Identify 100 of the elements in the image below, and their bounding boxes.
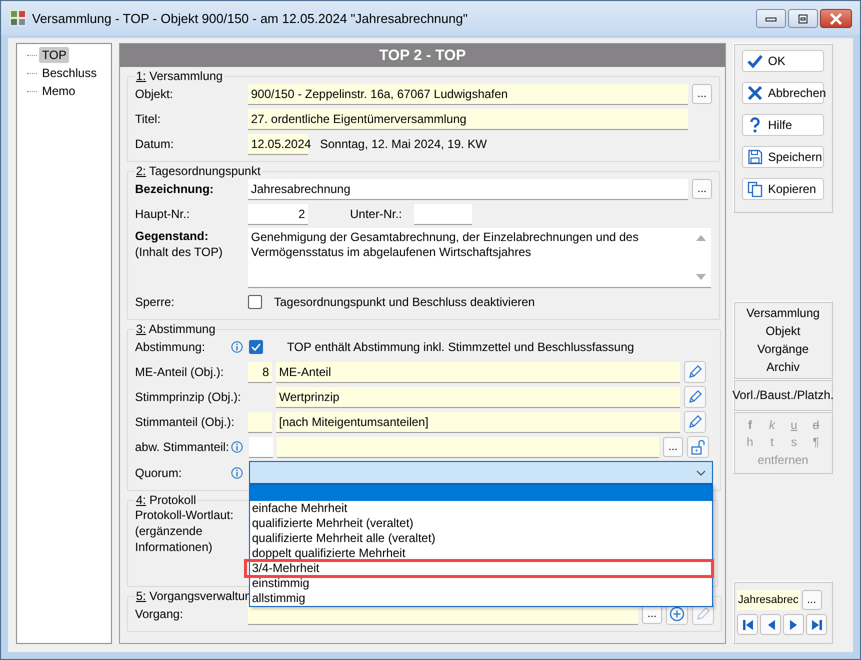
input-field[interactable]: 900/150 - Zeppelinstr. 16a, 67067 Ludwigshafen [248, 84, 688, 104]
close-icon [829, 12, 843, 24]
field-label: Quorum: [135, 466, 183, 480]
field-label: abw. Stimmanteil: [135, 440, 227, 454]
browse-button[interactable]: ... [692, 179, 712, 199]
action-button[interactable]: Kopieren [742, 178, 824, 200]
browse-button[interactable]: ... [692, 84, 712, 104]
unlock-icon [690, 439, 706, 455]
input-field[interactable]: [nach Miteigentumsanteilen] [276, 412, 680, 432]
save-icon [747, 149, 763, 165]
group-title: 3: Abstimmung [135, 322, 216, 336]
checkbox-label: TOP enthält Abstimmung inkl. Stimmzettel und Beschlussfassung [287, 340, 634, 354]
checkmark-icon [747, 53, 763, 69]
nav-link[interactable]: Versammlung [746, 306, 820, 320]
field-label: Datum: [135, 137, 175, 151]
previous-button[interactable] [760, 614, 781, 635]
chevron-down-icon [696, 470, 706, 476]
pencil-icon [687, 414, 703, 430]
next-icon [788, 618, 800, 630]
number-field[interactable]: 2 [248, 204, 308, 224]
field-label: Gegenstand: [135, 228, 210, 244]
number-field[interactable] [414, 204, 472, 224]
input-field[interactable]: 27. ordentliche Eigentümerversammlung [248, 108, 688, 130]
group-title: 2: Tagesordnungspunkt [135, 164, 262, 178]
field-label: Vorgang: [135, 607, 184, 621]
dropdown-option[interactable]: doppelt qualifizierte Mehrheit [250, 546, 712, 561]
tree-item[interactable]: Beschluss [39, 65, 100, 81]
action-button[interactable]: OK [742, 50, 824, 72]
field-label: Haupt-Nr.: [135, 207, 191, 221]
field-label: Stimmanteil (Obj.): [135, 415, 236, 429]
copy-icon [747, 181, 763, 197]
close-button[interactable] [820, 9, 852, 28]
record-field[interactable]: Jahresabrec [737, 590, 800, 610]
dropdown-option[interactable]: allstimmig [250, 591, 712, 606]
grid-icon [10, 10, 26, 26]
field-label: (ergänzende [135, 523, 204, 539]
scroll-down-icon[interactable] [696, 274, 706, 281]
group-title: 4: Protokoll [135, 493, 198, 507]
dropdown-option[interactable]: qualifizierte Mehrheit (veraltet) [250, 516, 712, 531]
number-field[interactable]: 8 [248, 362, 272, 382]
action-button[interactable]: Hilfe [742, 114, 824, 136]
next-button[interactable] [783, 614, 804, 635]
pencil-button[interactable] [684, 361, 706, 383]
action-button[interactable]: Speichern [742, 146, 824, 168]
field-label: Objekt: [135, 87, 174, 101]
lock-button[interactable] [687, 436, 709, 458]
input-field[interactable]: Wertprinzip [276, 386, 680, 408]
date-text: Sonntag, 12. Mai 2024, 19. KW [320, 137, 487, 151]
maximize-icon [797, 14, 809, 24]
plus-icon [669, 606, 685, 622]
nav-link[interactable]: Objekt [766, 324, 800, 338]
field-label: Titel: [135, 112, 162, 126]
first-button[interactable] [737, 614, 758, 635]
info-icon[interactable] [231, 441, 243, 453]
group-title: 5: Vorgangsverwaltun [135, 589, 252, 603]
last-button[interactable] [806, 614, 827, 635]
field-label: Informationen) [135, 539, 214, 555]
browse-button[interactable]: ... [802, 590, 822, 610]
dropdown-option[interactable]: qualifizierte Mehrheit alle (veraltet) [250, 531, 712, 546]
dropdown[interactable] [249, 461, 713, 484]
checkbox-label: Tagesordnungspunkt und Beschluss deaktivieren [274, 295, 535, 309]
group-title: 1: Versammlung [135, 69, 224, 83]
input-field[interactable]: Jahresabrechnung [248, 178, 688, 200]
input-field[interactable]: ME-Anteil [276, 362, 680, 382]
field-hint: (Inhalt des TOP) [135, 244, 224, 260]
minimize-icon [765, 16, 777, 22]
pencil-icon [687, 389, 703, 405]
action-button[interactable]: Abbrechen [742, 82, 824, 104]
field-label: Abstimmung: [135, 340, 206, 354]
field-label: Sperre: [135, 295, 176, 309]
field-label: Protokoll-Wortlaut: [135, 507, 234, 523]
tree-item[interactable]: TOP [39, 47, 70, 63]
first-icon [742, 618, 754, 630]
cross-icon [747, 85, 763, 101]
field-label: Bezeichnung: [135, 182, 215, 196]
number-field[interactable] [248, 412, 272, 432]
pencil-icon [687, 364, 703, 380]
pencil-button[interactable] [684, 411, 706, 433]
header-bar: TOP 2 - TOP [120, 44, 725, 67]
maximize-button[interactable] [788, 9, 818, 28]
checkbox[interactable] [249, 340, 263, 354]
browse-button[interactable]: ... [663, 437, 683, 457]
number-field[interactable] [249, 436, 273, 458]
nav-link[interactable]: Vorgänge [757, 342, 809, 356]
field-label: ME-Anteil (Obj.): [135, 365, 225, 379]
dropdown-option[interactable]: einstimmig [250, 576, 712, 591]
checkbox[interactable] [248, 295, 262, 309]
dropdown-option[interactable]: einfache Mehrheit [250, 501, 712, 516]
dropdown-option[interactable]: 3/4-Mehrheit [246, 561, 712, 576]
input-field[interactable] [277, 436, 659, 458]
nav-link[interactable]: Archiv [766, 360, 800, 374]
text-area[interactable]: Genehmigung der Gesamtabrechnung, der Einzelabrechnungen und des Vermögensstatus im abgelaufenen Wirtschaftsjahres [248, 228, 711, 288]
pencil-button[interactable] [684, 386, 706, 408]
field-label: Unter-Nr.: [350, 207, 404, 221]
tree-item[interactable]: Memo [39, 83, 78, 99]
info-icon[interactable] [231, 341, 243, 353]
window-title: Versammlung - TOP - Objekt 900/150 - am 12.05.2024 "Jahresabrechnung" [32, 10, 469, 26]
scroll-up-icon[interactable] [696, 234, 706, 241]
minimize-button[interactable] [756, 9, 786, 28]
info-icon[interactable] [231, 466, 243, 478]
